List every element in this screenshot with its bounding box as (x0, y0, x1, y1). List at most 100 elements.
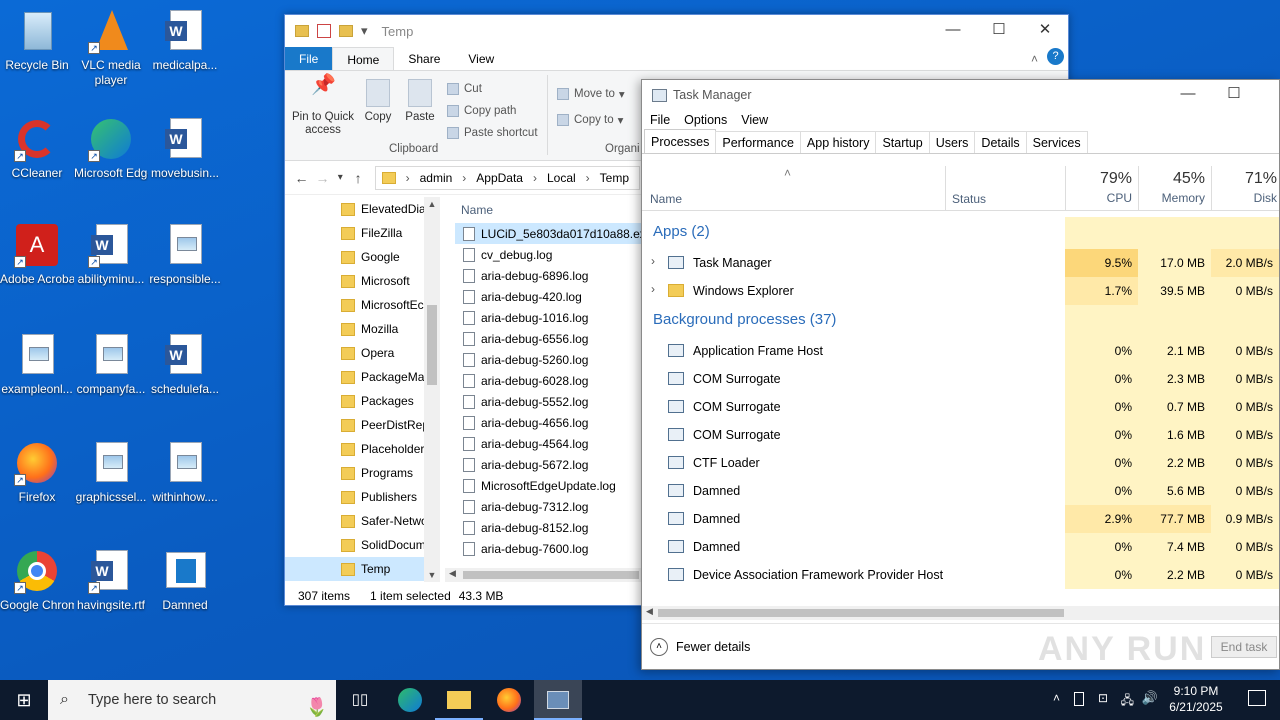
battery-icon[interactable] (1074, 692, 1084, 706)
process-row[interactable]: 1.7% 39.5 MB 0 MB/s › Windows Explorer (642, 277, 1279, 305)
tab-home[interactable]: Home (332, 47, 395, 70)
crumb-appdata[interactable]: AppData (476, 171, 523, 185)
cut-button[interactable]: Cut (447, 83, 482, 95)
desktop-icon[interactable]: ↗ CCleaner (0, 116, 74, 181)
paste-button[interactable]: Paste (403, 79, 437, 124)
file-item[interactable]: aria-debug-5672.log (455, 454, 642, 475)
move-to-button[interactable]: Move to ▾ (557, 87, 625, 101)
nav-folder-item[interactable]: FileZilla (285, 221, 440, 245)
menu-options[interactable]: Options (684, 113, 727, 127)
nav-folder-item[interactable]: PeerDistRep (285, 413, 440, 437)
tab-share[interactable]: Share (394, 47, 454, 70)
process-row[interactable]: 0% 2.2 MB 0 MB/s Device Association Framewo… (642, 561, 1279, 589)
file-item[interactable]: aria-debug-7312.log (455, 496, 642, 517)
tab-processes[interactable]: Processes (644, 129, 717, 153)
tab-details[interactable]: Details (974, 131, 1027, 153)
nav-folder-item[interactable]: Temp (285, 557, 440, 581)
name-column-header[interactable]: Name (455, 197, 642, 223)
usb-icon[interactable]: ⊡ (1098, 691, 1108, 705)
process-row[interactable]: 9.5% 17.0 MB 2.0 MB/s › Task Manager (642, 249, 1279, 277)
close-button[interactable]: ✕ (1022, 15, 1068, 45)
minimize-button[interactable]: — (930, 15, 976, 45)
nav-folder-item[interactable]: Microsoft (285, 269, 440, 293)
scroll-left-arrow[interactable]: ◀ (646, 606, 653, 617)
copy-path-button[interactable]: Copy path (447, 105, 516, 117)
menu-view[interactable]: View (741, 113, 768, 127)
desktop-icon[interactable]: ↗ Google Chrome (0, 548, 74, 613)
process-group-header[interactable]: Apps (2) (642, 217, 1279, 249)
nav-folder-item[interactable]: Opera (285, 341, 440, 365)
tab-file[interactable]: File (285, 47, 333, 70)
clock[interactable]: 9:10 PM 6/21/2025 (1164, 683, 1228, 715)
help-icon[interactable]: ? (1047, 48, 1064, 65)
pin-quick-access-button[interactable]: 📌 Pin to Quick access (291, 75, 355, 137)
hscroll-thumb[interactable] (463, 571, 639, 579)
tab-performance[interactable]: Performance (715, 131, 801, 153)
nav-folder-item[interactable]: Publishers (285, 485, 440, 509)
file-item[interactable]: cv_debug.log (455, 244, 642, 265)
status-column-header[interactable]: Status (945, 166, 1065, 211)
tab-view[interactable]: View (454, 47, 508, 70)
notifications-icon[interactable] (1248, 690, 1266, 706)
file-item[interactable]: aria-debug-8152.log (455, 517, 642, 538)
desktop-icon[interactable]: Recycle Bin (0, 8, 74, 73)
expand-chevron-icon[interactable]: › (651, 254, 655, 268)
desktop-icon[interactable]: W ↗ abilityminu... (74, 222, 148, 287)
menu-file[interactable]: File (650, 113, 670, 127)
name-column-header[interactable]: ˄ Name (642, 166, 945, 211)
scroll-up-arrow[interactable]: ▲ (424, 197, 440, 211)
process-row[interactable]: 0% 5.6 MB 0 MB/s Damned (642, 477, 1279, 505)
desktop-icon[interactable]: A ↗ Adobe Acrobat (0, 222, 74, 287)
maximize-button[interactable]: ☐ (976, 15, 1022, 45)
crumb-temp[interactable]: Temp (600, 171, 629, 185)
file-list-hscrollbar[interactable]: ◀ (445, 568, 642, 582)
nav-folder-item[interactable]: Google (285, 245, 440, 269)
desktop-icon[interactable]: withinhow.... (148, 440, 222, 505)
desktop-icon[interactable]: Wschedulefa... (148, 332, 222, 397)
edge-taskbar-icon[interactable] (386, 680, 434, 720)
file-item[interactable]: aria-debug-6556.log (455, 328, 642, 349)
process-row[interactable]: 2.9% 77.7 MB 0.9 MB/s Damned (642, 505, 1279, 533)
desktop-icon[interactable]: companyfa... (74, 332, 148, 397)
desktop-icon[interactable]: exampleonl... (0, 332, 74, 397)
process-group-header[interactable]: Background processes (37) (642, 305, 1279, 337)
nav-folder-item[interactable]: Safer-Netwo (285, 509, 440, 533)
new-folder-icon[interactable] (339, 25, 353, 37)
recent-locations-button[interactable]: ▾ (333, 172, 348, 183)
desktop-icon[interactable]: Wmovebusin... (148, 116, 222, 181)
volume-icon[interactable]: 🔊 (1142, 690, 1158, 706)
file-item[interactable]: aria-debug-420.log (455, 286, 642, 307)
tm-maximize-button[interactable]: ☐ (1211, 80, 1257, 108)
show-hidden-icons[interactable]: ˄ (1053, 691, 1060, 705)
tab-app-history[interactable]: App history (799, 131, 877, 153)
nav-folder-item[interactable]: ElevatedDia (285, 197, 440, 221)
process-row[interactable]: 0% 1.6 MB 0 MB/s COM Surrogate (642, 421, 1279, 449)
file-item[interactable]: aria-debug-4564.log (455, 433, 642, 454)
paste-shortcut-button[interactable]: Paste shortcut (447, 127, 538, 139)
navigation-scrollbar[interactable]: ▲ ▼ (424, 197, 440, 582)
nav-folder-item[interactable]: MicrosoftEc (285, 293, 440, 317)
file-item[interactable]: aria-debug-5260.log (455, 349, 642, 370)
scroll-thumb[interactable] (427, 305, 437, 385)
back-button[interactable]: ← (291, 170, 312, 186)
end-task-button[interactable]: End task (1211, 636, 1277, 658)
file-item[interactable]: MicrosoftEdgeUpdate.log (455, 475, 642, 496)
nav-folder-item[interactable]: PackageMa (285, 365, 440, 389)
taskmgr-taskbar-icon[interactable] (534, 680, 582, 720)
desktop-icon[interactable]: Damned (148, 548, 222, 613)
tab-services[interactable]: Services (1025, 131, 1088, 153)
fewer-details-link[interactable]: Fewer details (676, 640, 750, 654)
properties-icon[interactable] (317, 24, 331, 38)
task-manager-window[interactable]: Task Manager — ☐ File Options View Proce… (641, 79, 1280, 670)
task-view-icon[interactable]: ▯▯ (336, 680, 384, 720)
copy-button[interactable]: Copy (363, 79, 393, 124)
nav-folder-item[interactable]: Placeholder (285, 437, 440, 461)
search-box[interactable]: ⌕ Type here to search 🌷 (48, 680, 336, 720)
process-row[interactable]: 0% 2.2 MB 0 MB/s CTF Loader (642, 449, 1279, 477)
process-hscrollbar[interactable]: ◀ (642, 606, 1279, 620)
process-row[interactable]: 0% 2.3 MB 0 MB/s COM Surrogate (642, 365, 1279, 393)
desktop-icon[interactable]: responsible... (148, 222, 222, 287)
tm-minimize-button[interactable]: — (1165, 80, 1211, 108)
collapse-ribbon-icon[interactable]: ˄ (1031, 47, 1038, 70)
start-button[interactable]: ⊞ (0, 680, 48, 720)
